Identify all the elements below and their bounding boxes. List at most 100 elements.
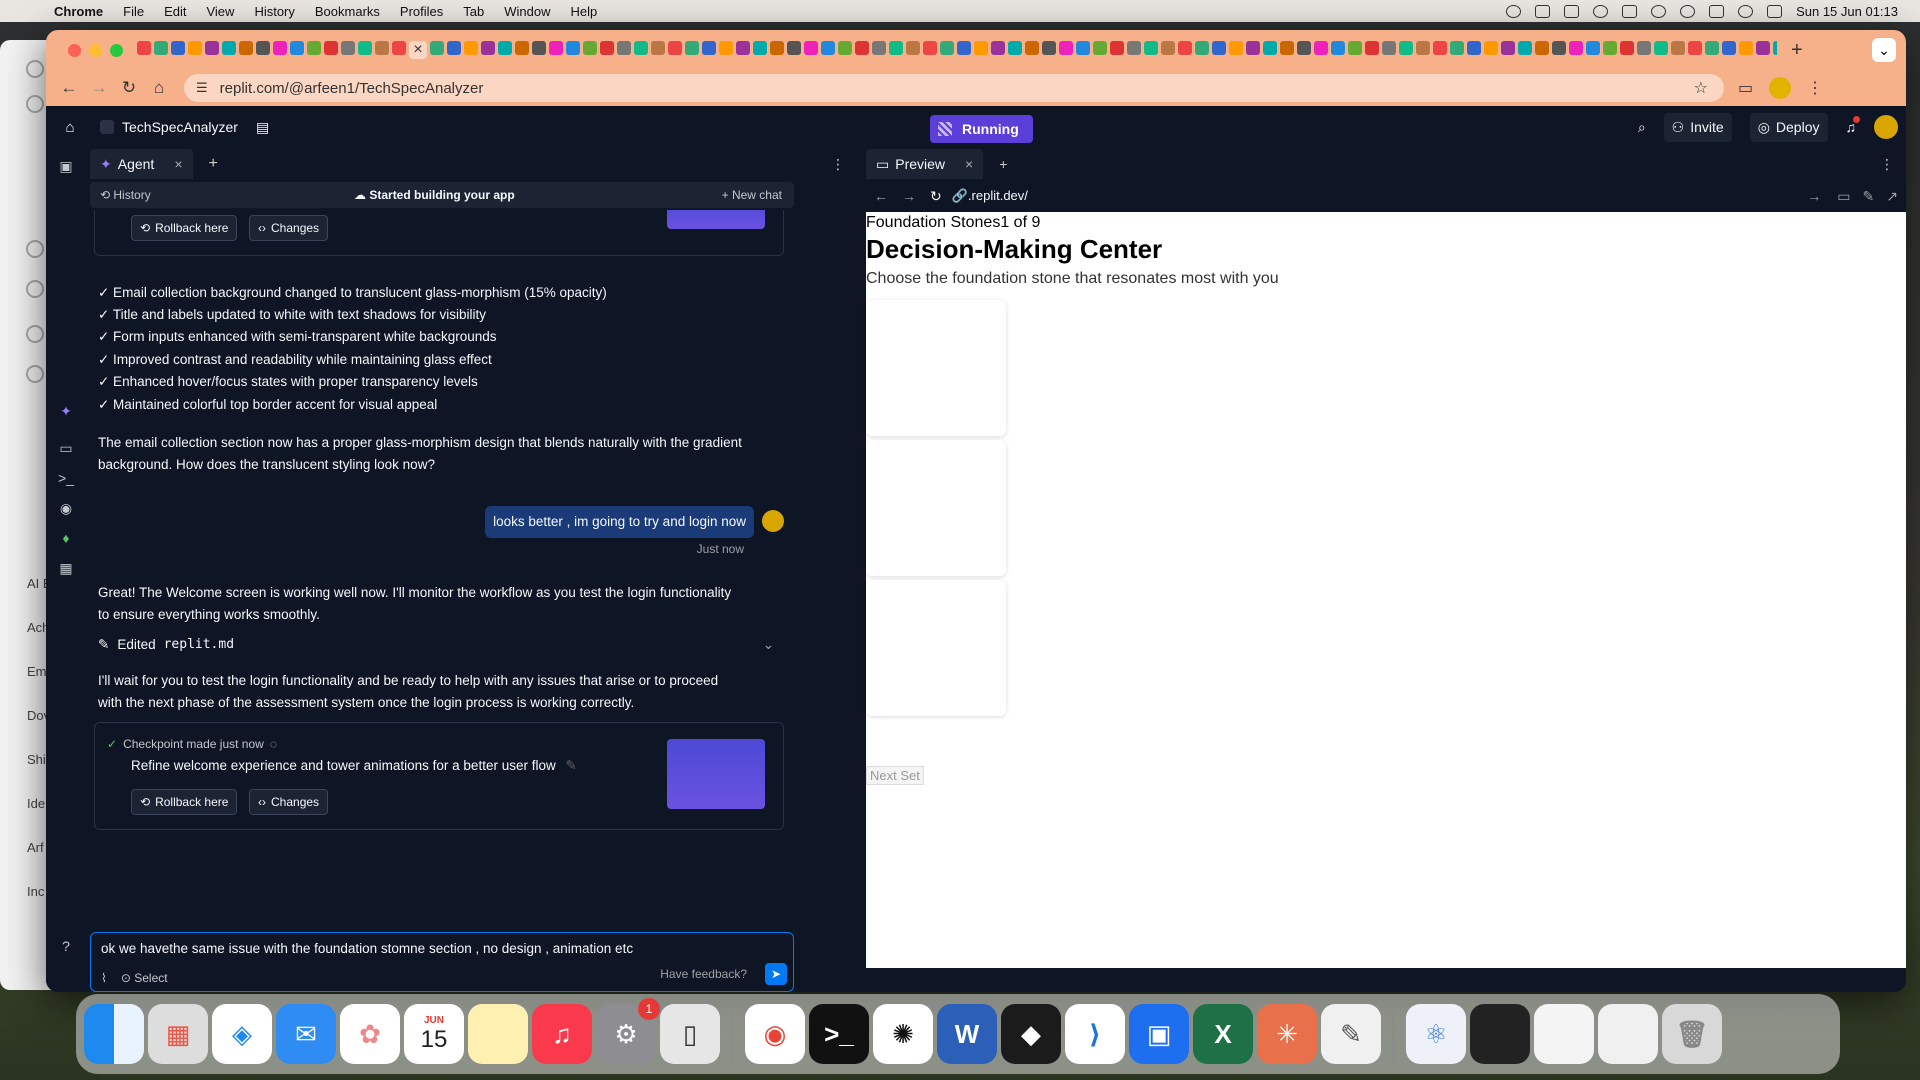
claude-icon[interactable]: ✳ [1257, 1004, 1317, 1064]
pinned-tab-favicon[interactable] [1484, 41, 1498, 55]
device-icon[interactable]: ▭ [1837, 188, 1850, 205]
chatgpt-icon[interactable]: ✺ [873, 1004, 933, 1064]
rollback-button[interactable]: ⟲ Rollback here [131, 215, 238, 241]
preview-go-icon[interactable]: → [1807, 188, 1821, 204]
preview-reload-icon[interactable]: ↻ [930, 188, 942, 205]
pinned-tab-favicon[interactable] [923, 41, 937, 55]
pinned-tab-favicon[interactable] [1569, 41, 1583, 55]
back-arrow-icon[interactable]: ← [54, 78, 84, 98]
menu-view[interactable]: View [206, 4, 234, 19]
pinned-tab-favicon[interactable] [855, 41, 869, 55]
checkpoint-info-icon[interactable]: ◌ [270, 733, 277, 755]
pinned-tab-favicon[interactable] [736, 41, 750, 55]
pinned-tab-favicon[interactable] [239, 41, 253, 55]
changes-button[interactable]: ‹› Changes [249, 215, 329, 241]
photos-icon[interactable]: ✿ [340, 1004, 400, 1064]
add-tab-icon[interactable]: + [999, 156, 1007, 172]
home-icon[interactable]: ⌂ [144, 78, 174, 98]
foundation-stone-card[interactable] [866, 440, 1006, 576]
pinned-tab-favicon[interactable] [549, 41, 563, 55]
add-tab-icon[interactable]: + [209, 155, 218, 173]
pinned-tab-favicon[interactable] [600, 41, 614, 55]
agent-tool-icon[interactable]: ✦ [58, 403, 74, 419]
files-icon[interactable]: ▣ [58, 158, 74, 174]
pinned-tab-favicon[interactable] [1722, 41, 1736, 55]
pinned-tab-favicon[interactable] [1433, 41, 1447, 55]
pinned-tab-favicon[interactable] [1093, 41, 1107, 55]
agent-chat-input[interactable]: ok we havethe same issue with the founda… [90, 932, 794, 992]
pinned-tab-favicon[interactable] [1076, 41, 1090, 55]
pinned-tab-favicon[interactable] [481, 41, 495, 55]
music-icon[interactable]: ♫ [532, 1004, 592, 1064]
notes-icon[interactable] [468, 1004, 528, 1064]
chat-input-text[interactable]: ok we havethe same issue with the founda… [101, 941, 633, 956]
pinned-tab-favicon[interactable] [1603, 41, 1617, 55]
pinned-tab-favicon[interactable] [205, 41, 219, 55]
minimize-window-button[interactable] [89, 43, 102, 57]
pinned-tab-favicon[interactable] [1586, 41, 1600, 55]
pinned-tab-favicon[interactable] [1637, 41, 1651, 55]
pinned-tab-favicon[interactable] [1127, 41, 1141, 55]
pinned-tab-favicon[interactable] [651, 41, 665, 55]
pinned-tab-favicon[interactable] [804, 41, 818, 55]
chrome-menu-icon[interactable]: ⋮ [1807, 78, 1823, 98]
control-center-icon[interactable] [1767, 4, 1783, 18]
chrome-icon[interactable]: ◉ [745, 1004, 805, 1064]
menu-help[interactable]: Help [571, 4, 598, 19]
pinned-tab-favicon[interactable] [719, 41, 733, 55]
install-app-icon[interactable]: ▭ [1738, 78, 1753, 98]
menu-file[interactable]: File [123, 4, 144, 19]
cube-app-icon[interactable]: ◆ [1001, 1004, 1061, 1064]
devtools-icon[interactable]: ✎ [1863, 188, 1875, 205]
pinned-tab-favicon[interactable] [1348, 41, 1362, 55]
foundation-stone-card[interactable] [866, 580, 1006, 716]
status-drive-icon[interactable] [1564, 4, 1580, 18]
pinned-tab-favicon[interactable] [668, 41, 682, 55]
pinned-tab-favicon[interactable] [498, 41, 512, 55]
pinned-tab-favicon[interactable] [1025, 41, 1039, 55]
open-new-tab-icon[interactable]: ↗ [1886, 188, 1898, 205]
feedback-link[interactable]: Have feedback? [660, 967, 747, 981]
pinned-tab-favicon[interactable] [1280, 41, 1294, 55]
pinned-tab-favicon[interactable] [1518, 41, 1532, 55]
preview-forward-icon[interactable]: → [902, 188, 916, 204]
iphone-mirroring-icon[interactable]: ▯ [660, 1004, 720, 1064]
pinned-tab-favicon[interactable] [324, 41, 338, 55]
pinned-tab-favicon[interactable] [906, 41, 920, 55]
project-switcher[interactable]: TechSpecAnalyzer ▤ [100, 119, 269, 136]
safari-icon[interactable]: ◈ [212, 1004, 272, 1064]
pinned-tab-favicon[interactable] [1178, 41, 1192, 55]
excel-icon[interactable]: X [1193, 1004, 1253, 1064]
menu-history[interactable]: History [254, 4, 294, 19]
spotlight-search-icon[interactable] [1738, 4, 1754, 18]
all-tools-icon[interactable]: ▦ [58, 560, 74, 576]
pinned-tab-favicon[interactable] [1144, 41, 1158, 55]
pinned-tab-favicon[interactable] [1467, 41, 1481, 55]
pinned-tab-favicon[interactable] [940, 41, 954, 55]
pinned-tab-favicon[interactable] [137, 41, 151, 55]
word-icon[interactable]: W [937, 1004, 997, 1064]
edit-pencil-icon[interactable]: ✎ [565, 758, 576, 773]
pinned-tab-favicon[interactable] [1535, 41, 1549, 55]
deploy-button[interactable]: ◎ Deploy [1749, 112, 1828, 142]
chevron-down-icon[interactable]: ⌄ [763, 634, 774, 656]
pinned-tab-favicon[interactable] [991, 41, 1005, 55]
menu-app-name[interactable]: Chrome [54, 4, 103, 19]
pinned-tab-favicon[interactable] [1161, 41, 1175, 55]
pinned-tab-favicon[interactable] [1382, 41, 1396, 55]
checkpoint-thumbnail[interactable] [667, 739, 765, 809]
pinned-tab-favicon[interactable] [1263, 41, 1277, 55]
invite-button[interactable]: ⚇ Invite [1663, 112, 1732, 142]
attach-paperclip-icon[interactable]: ⌇ [101, 971, 107, 985]
pinned-tab-favicon[interactable] [685, 41, 699, 55]
pinned-tab-favicon[interactable] [532, 41, 546, 55]
pinned-tab-favicon[interactable] [838, 41, 852, 55]
close-tab-icon[interactable]: × [174, 156, 182, 172]
search-icon[interactable]: ⌕ [1638, 119, 1646, 136]
pinned-tab-favicon[interactable] [1552, 41, 1566, 55]
send-button[interactable]: ➤ [765, 963, 787, 985]
pinned-tab-favicon[interactable] [617, 41, 631, 55]
pinned-tab-favicon[interactable] [464, 41, 478, 55]
pinned-tab-favicon[interactable] [1756, 41, 1770, 55]
run-status-button[interactable]: Running [930, 115, 1033, 143]
